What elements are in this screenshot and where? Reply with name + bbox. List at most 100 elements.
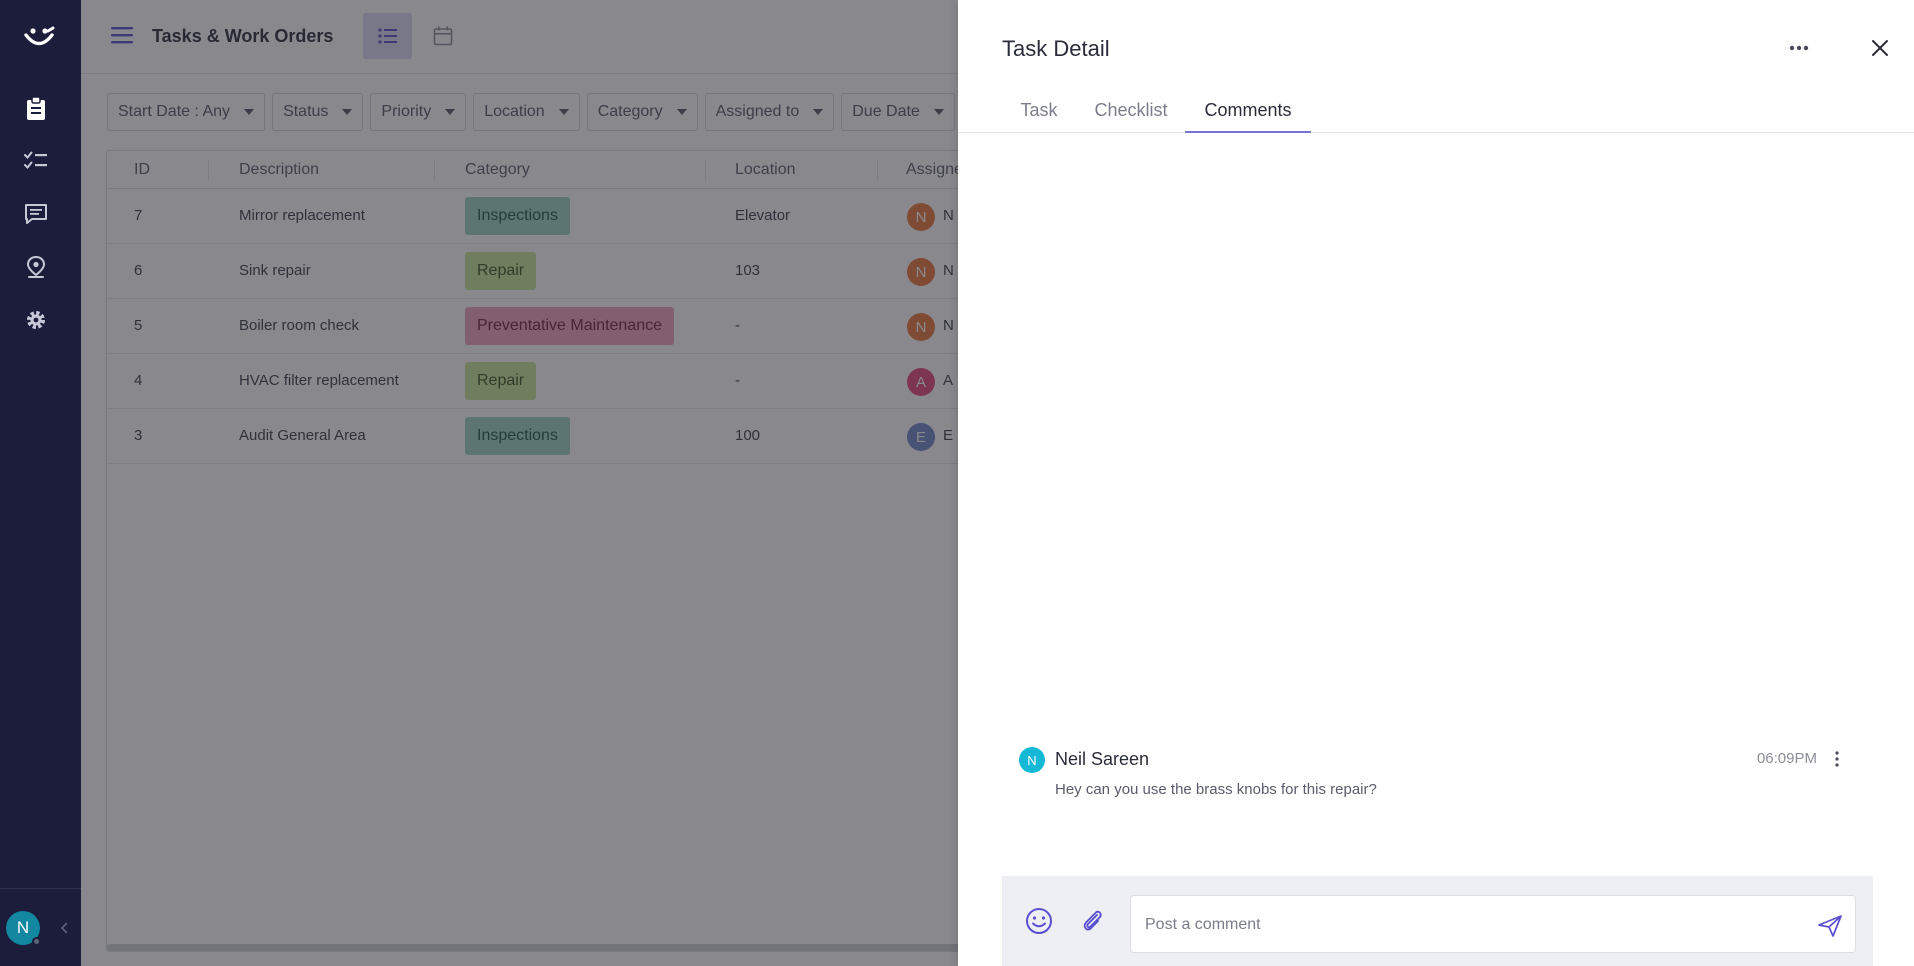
chevron-down-icon xyxy=(813,109,824,115)
column-header-description[interactable]: Description xyxy=(239,161,319,179)
filter-assigned-to[interactable]: Assigned to xyxy=(704,93,835,131)
comment-input[interactable] xyxy=(1145,912,1785,938)
category-badge: Repair xyxy=(465,252,537,290)
comment-text: Hey can you use the brass knobs for this… xyxy=(1055,781,1377,798)
assignee-name: E xyxy=(943,427,954,444)
chevron-left-icon[interactable] xyxy=(58,918,72,938)
tab-checklist[interactable]: Checklist xyxy=(1091,88,1171,133)
location-pin-icon[interactable] xyxy=(22,253,50,281)
comment-input-wrapper xyxy=(1130,895,1856,953)
comment-author-name: Neil Sareen xyxy=(1055,749,1150,769)
chevron-down-icon xyxy=(558,109,569,115)
panel-tabs: Task Checklist Comments xyxy=(958,88,1914,133)
task-description: Sink repair xyxy=(239,262,311,279)
comment-item: N Neil Sareen 06:09PM Hey can you use th… xyxy=(1019,745,1859,815)
task-description: Boiler room check xyxy=(239,317,360,334)
filter-label: Category xyxy=(597,103,663,120)
send-icon[interactable] xyxy=(1817,914,1843,938)
column-divider xyxy=(208,159,209,181)
task-detail-panel: Task Detail Task Checklist Comments N Ne… xyxy=(958,0,1914,966)
task-location: - xyxy=(735,372,740,389)
comment-timestamp: 06:09PM xyxy=(1756,750,1817,767)
horizontal-scrollbar[interactable] xyxy=(107,944,1105,951)
more-vertical-icon[interactable] xyxy=(1827,747,1847,771)
close-icon[interactable] xyxy=(1866,34,1894,62)
tasks-table: ID Description Category Location Assigne… xyxy=(106,150,1106,952)
emoji-icon[interactable] xyxy=(1024,906,1054,936)
list-view-button[interactable] xyxy=(363,13,412,59)
hamburger-menu-icon[interactable] xyxy=(109,23,135,47)
chevron-down-icon xyxy=(342,109,353,115)
table-row[interactable]: 5 Boiler room check Preventative Maintenan… xyxy=(107,299,1105,354)
filter-label: Priority xyxy=(381,103,432,120)
task-location: - xyxy=(735,317,740,334)
logo-icon[interactable] xyxy=(22,22,56,50)
comment-composer xyxy=(1002,876,1873,966)
table-row[interactable]: 3 Audit General Area Inspections 100 E E xyxy=(107,409,1105,464)
task-id: 4 xyxy=(134,372,143,389)
calendar-view-button[interactable] xyxy=(420,13,466,59)
assignee-avatar: N xyxy=(907,313,935,341)
column-divider xyxy=(705,159,706,181)
task-id: 5 xyxy=(134,317,143,334)
chevron-down-icon xyxy=(244,109,255,115)
clipboard-icon[interactable] xyxy=(22,95,50,123)
category-badge: Repair xyxy=(465,362,537,400)
column-header-location[interactable]: Location xyxy=(735,161,796,179)
task-location: 103 xyxy=(735,262,761,279)
filter-status[interactable]: Status xyxy=(272,93,364,131)
chevron-down-icon xyxy=(933,109,944,115)
paperclip-icon[interactable] xyxy=(1078,906,1106,936)
task-description: Audit General Area xyxy=(239,427,366,444)
filter-bar: Start Date : Any Status Priority Locatio… xyxy=(107,93,955,131)
assignee-name: N xyxy=(943,317,954,334)
chevron-down-icon xyxy=(445,109,456,115)
filter-start-date[interactable]: Start Date : Any xyxy=(107,93,266,131)
task-description: Mirror replacement xyxy=(239,207,365,224)
filter-location[interactable]: Location xyxy=(473,93,580,131)
tab-comments[interactable]: Comments xyxy=(1185,88,1311,133)
gear-icon[interactable] xyxy=(22,306,50,334)
table-row[interactable]: 7 Mirror replacement Inspections Elevator N N xyxy=(107,189,1105,244)
checklist-icon[interactable] xyxy=(22,147,50,175)
panel-title: Task Detail xyxy=(1002,36,1110,61)
page-title: Tasks & Work Orders xyxy=(152,26,334,46)
filter-label: Location xyxy=(484,103,545,120)
column-divider xyxy=(877,159,878,181)
column-header-category[interactable]: Category xyxy=(465,161,530,179)
table-header: ID Description Category Location Assigne xyxy=(107,151,1105,189)
filter-due-date[interactable]: Due Date xyxy=(841,93,955,131)
assignee-avatar: N xyxy=(907,258,935,286)
assignee-name: A xyxy=(943,372,954,389)
comment-author-avatar: N xyxy=(1019,747,1045,773)
assignee-avatar: A xyxy=(907,368,935,396)
column-header-id[interactable]: ID xyxy=(134,161,150,179)
filter-label: Due Date xyxy=(852,103,920,120)
task-location: 100 xyxy=(735,427,761,444)
chat-icon[interactable] xyxy=(22,200,50,228)
filter-category[interactable]: Category xyxy=(586,93,698,131)
nav-divider xyxy=(0,888,81,889)
column-header-assignee[interactable]: Assigne xyxy=(906,161,963,179)
more-horizontal-icon[interactable] xyxy=(1784,34,1814,62)
filter-label: Status xyxy=(283,103,329,120)
table-row[interactable]: 6 Sink repair Repair 103 N N xyxy=(107,244,1105,299)
table-row[interactable]: 4 HVAC filter replacement Repair - A A xyxy=(107,354,1105,409)
filter-priority[interactable]: Priority xyxy=(370,93,467,131)
task-id: 6 xyxy=(134,262,143,279)
calendar-icon xyxy=(433,26,453,46)
tab-task[interactable]: Task xyxy=(1019,88,1059,133)
assignee-avatar: E xyxy=(907,423,935,451)
assignee-name: N xyxy=(943,207,954,224)
task-id: 7 xyxy=(134,207,143,224)
task-location: Elevator xyxy=(735,207,791,224)
side-navigation: N xyxy=(0,0,81,966)
assignee-avatar: N xyxy=(907,203,935,231)
filter-label: Assigned to xyxy=(715,103,800,120)
column-divider xyxy=(434,159,435,181)
list-icon xyxy=(377,28,397,44)
task-id: 3 xyxy=(134,427,143,444)
filter-label: Start Date : Any xyxy=(118,103,231,120)
user-status-indicator xyxy=(32,937,41,946)
chevron-down-icon xyxy=(676,109,687,115)
